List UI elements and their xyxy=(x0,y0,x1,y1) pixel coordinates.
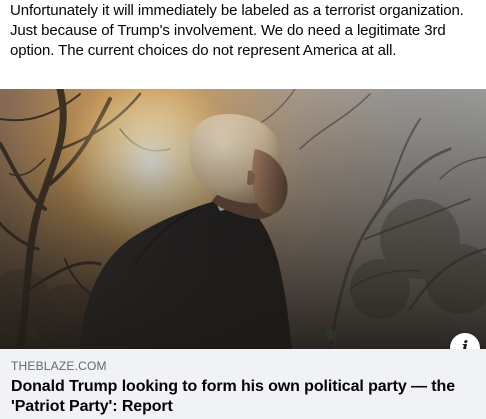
post-text: Unfortunately it will immediately be lab… xyxy=(10,2,464,59)
link-headline[interactable]: Donald Trump looking to form his own pol… xyxy=(11,377,476,417)
info-icon: i xyxy=(461,337,469,349)
link-source-domain: THEBLAZE.COM xyxy=(11,359,107,373)
photo-illustration xyxy=(0,89,486,349)
link-preview-card[interactable]: i THEBLAZE.COM Donald Trump looking to f… xyxy=(0,89,486,419)
link-preview-footer[interactable]: THEBLAZE.COM Donald Trump looking to for… xyxy=(0,349,486,419)
link-preview-image[interactable]: i xyxy=(0,89,486,349)
